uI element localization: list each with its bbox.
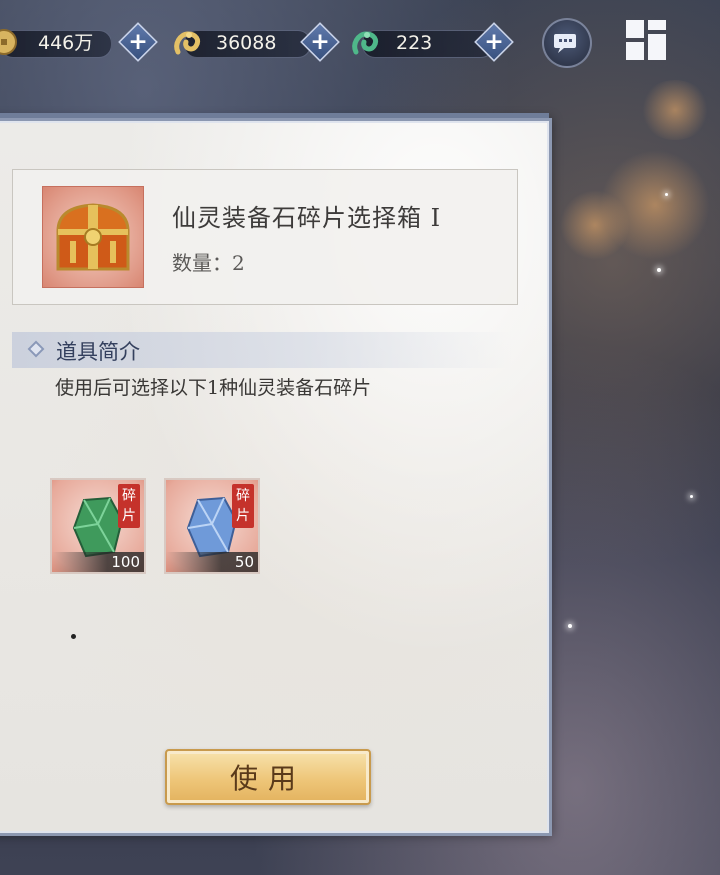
gold-value: 36088 [216, 32, 277, 54]
item-quantity: 数量：2 [172, 251, 245, 275]
star-decoration [690, 495, 693, 498]
shard-tag-line1: 碎 [236, 488, 250, 504]
grid-menu-icon [648, 20, 666, 30]
jade-value: 223 [396, 32, 433, 54]
star-decoration [568, 624, 572, 628]
grid-menu-button[interactable] [626, 20, 668, 62]
add-gold-button[interactable]: + [300, 22, 340, 62]
treasure-chest-icon [56, 203, 130, 271]
reward-option-blue-shard[interactable]: 碎 片 50 [164, 478, 260, 574]
shard-tag: 碎 片 [232, 484, 254, 528]
coins-value: 446万 [38, 32, 94, 54]
shard-tag-line1: 碎 [122, 488, 136, 504]
add-coins-button[interactable]: + [118, 22, 158, 62]
use-button[interactable]: 使用 [165, 749, 371, 805]
item-name: 仙灵装备石碎片选择箱 I [172, 204, 442, 232]
shard-tag-line2: 片 [236, 508, 250, 524]
shard-tag: 碎 片 [118, 484, 140, 528]
jade-dragon-icon [350, 26, 382, 58]
plus-icon: + [128, 27, 148, 56]
grid-menu-icon [626, 20, 644, 38]
blossom-decoration [560, 190, 630, 260]
resource-coins: 446万 + [0, 22, 160, 62]
use-button-label: 使用 [229, 762, 306, 795]
star-decoration [657, 268, 661, 272]
bullet-dot [71, 634, 76, 639]
gold-dragon-icon [172, 26, 204, 58]
reward-count: 100 [52, 552, 144, 572]
shard-tag-line2: 片 [122, 508, 136, 524]
resource-jade: 223 + [348, 22, 518, 62]
star-decoration [665, 193, 668, 196]
grid-menu-icon [648, 34, 666, 60]
plus-icon: + [310, 27, 330, 56]
chat-button[interactable] [542, 18, 592, 68]
grid-menu-icon [626, 42, 644, 60]
resource-gold-ingots: 36088 + [170, 22, 340, 62]
intro-title: 道具简介 [56, 340, 140, 364]
reward-count: 50 [166, 552, 258, 572]
blossom-decoration [640, 80, 710, 140]
panel-top-border [0, 113, 549, 118]
item-icon-frame [42, 186, 144, 288]
coin-icon [0, 26, 20, 58]
intro-description: 使用后可选择以下1种仙灵装备石碎片 [55, 377, 372, 399]
reward-option-green-shard[interactable]: 碎 片 100 [50, 478, 146, 574]
chat-icon [554, 34, 576, 53]
plus-icon: + [484, 27, 504, 56]
